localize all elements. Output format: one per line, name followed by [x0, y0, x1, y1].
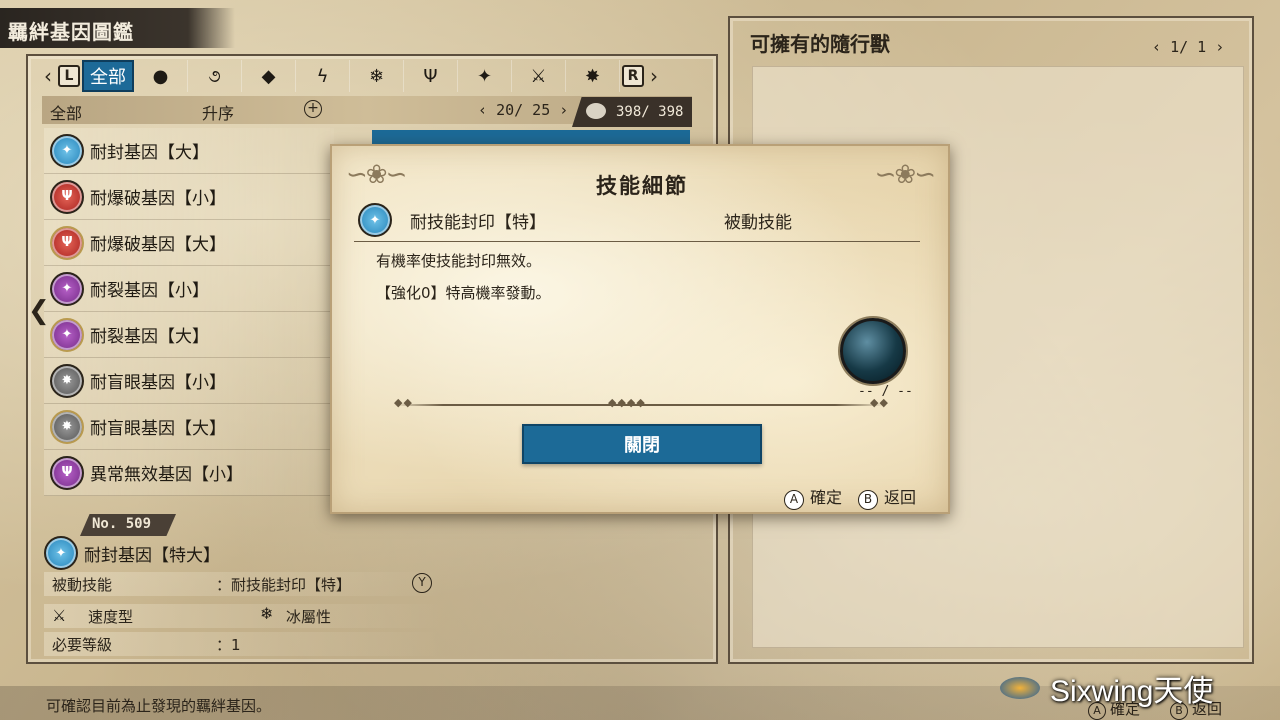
list-item[interactable]: ✸ 耐盲眼基因【小】 — [44, 358, 334, 404]
detail-type-row: ⚔ 速度型 ❄ 冰屬性 — [44, 604, 444, 628]
dragon-icon[interactable]: Ψ — [404, 60, 458, 92]
gene-icon: Ψ — [50, 455, 84, 490]
list-item[interactable]: ✸ 耐盲眼基因【大】 — [44, 404, 334, 450]
companion-page-value: 1/ 1 — [1170, 38, 1207, 56]
gene-icon: Ψ — [50, 179, 84, 214]
gene-icon: ✸ — [50, 363, 84, 398]
gene-name: 耐封基因【大】 — [90, 143, 209, 163]
gene-icon: ✦ — [50, 133, 84, 168]
add-filter-button[interactable]: + — [304, 100, 322, 118]
element-label: 冰屬性 — [286, 607, 332, 626]
gene-count-icon — [586, 103, 606, 119]
list-page-value: 20/ 25 — [496, 101, 551, 119]
watermark: Sixwing天使 — [1000, 668, 1213, 708]
watermark-text: Sixwing天使 — [1050, 675, 1214, 708]
l-button[interactable]: L — [58, 65, 80, 87]
divider-diamond-icon: ◆◆ — [870, 396, 889, 409]
list-item[interactable]: Ψ 耐爆破基因【大】 — [44, 220, 334, 266]
list-scroll-left-icon[interactable]: ❮ — [28, 296, 50, 326]
tab-next-arrow[interactable]: › — [646, 64, 662, 88]
type-label: 速度型 — [88, 607, 134, 626]
tab-all[interactable]: 全部 — [82, 60, 134, 92]
skill-key: 被動技能 — [52, 575, 113, 594]
close-button[interactable]: 關閉 — [522, 424, 762, 464]
gene-icon: Ψ — [50, 225, 84, 260]
gene-count: 398/ 398 — [572, 97, 692, 127]
detail-header: ✦ 耐封基因【特大】 — [44, 536, 444, 570]
list-page[interactable]: ‹ 20/ 25 › — [478, 101, 568, 119]
element-tabs: ‹ L 全部 ● ૭ ◆ ϟ ❄ Ψ ✦ ⚔ ✸ R › — [40, 60, 700, 92]
divider-diamond-icon: ◆◆◆◆ — [608, 396, 646, 409]
back-control[interactable]: B 返回 — [858, 484, 916, 510]
sort-order[interactable]: 升序 — [202, 100, 234, 124]
tab-prev-arrow[interactable]: ‹ — [40, 64, 56, 88]
companion-title: 可擁有的隨行獸 — [750, 32, 890, 56]
list-item[interactable]: Ψ 異常無效基因【小】 — [44, 450, 334, 496]
gene-name: 耐盲眼基因【小】 — [90, 373, 226, 393]
confirm-control[interactable]: A 確定 — [784, 484, 842, 510]
ice-element-icon: ❄ — [260, 604, 274, 623]
detail-level-row: 必要等級 ：1 — [44, 632, 444, 656]
level-key: 必要等級 — [52, 635, 113, 654]
gene-number: No. 509 — [80, 514, 176, 536]
skill-type: 被動技能 — [724, 213, 792, 233]
help-text: 可確認目前為止發現的羈絆基因。 — [46, 697, 272, 715]
non-element-icon[interactable]: ● — [134, 60, 188, 92]
back-label: 返回 — [884, 488, 917, 507]
gene-icon: ✦ — [44, 536, 78, 570]
skill-description-2: 【強化0】特高機率發動。 — [376, 284, 551, 302]
a-button-icon: A — [784, 490, 804, 510]
gene-list: ✦ 耐封基因【大】 Ψ 耐爆破基因【小】 Ψ 耐爆破基因【大】 ✦ 耐裂基因【小】 ✦ 耐… — [44, 128, 334, 496]
speed-icon[interactable]: ⚔ — [512, 60, 566, 92]
confirm-label: 確定 — [810, 488, 843, 507]
divider-diamond-icon: ◆◆ — [394, 396, 413, 409]
watermark-logo-icon — [1000, 677, 1040, 699]
gene-name: 異常無效基因【小】 — [90, 465, 243, 485]
b-button-icon: B — [858, 490, 879, 510]
skill-icon: ✦ — [358, 203, 392, 237]
ice-icon[interactable]: ❄ — [350, 60, 404, 92]
skill-orb-icon — [840, 318, 906, 384]
technical-icon[interactable]: ✸ — [566, 60, 620, 92]
page-title: 羈絆基因圖鑑 — [0, 8, 235, 48]
gene-count-value: 398/ 398 — [616, 104, 684, 120]
filter-category[interactable]: 全部 — [50, 100, 82, 124]
list-item[interactable]: ✦ 耐裂基因【小】 — [44, 266, 334, 312]
companion-page[interactable]: ‹ 1/ 1 › — [1152, 38, 1224, 56]
gene-icon: ✦ — [50, 317, 84, 352]
dialog-controls: A 確定 B 返回 — [784, 484, 916, 510]
gene-name: 耐裂基因【小】 — [90, 281, 209, 301]
detail-skill-row: 被動技能 ：耐技能封印【特】 Y — [44, 572, 444, 596]
dialog-skill-header: ✦ 耐技能封印【特】 被動技能 — [354, 198, 920, 242]
detail-gene-name: 耐封基因【特大】 — [84, 545, 220, 566]
power-icon[interactable]: ✦ — [458, 60, 512, 92]
gene-icon: ✸ — [50, 409, 84, 444]
speed-type-icon: ⚔ — [52, 606, 67, 625]
list-item[interactable]: ✦ 耐封基因【大】 — [44, 128, 334, 174]
list-item[interactable]: ✦ 耐裂基因【大】 — [44, 312, 334, 358]
r-button[interactable]: R — [622, 65, 644, 87]
list-item[interactable]: Ψ 耐爆破基因【小】 — [44, 174, 334, 220]
y-button[interactable]: Y — [412, 573, 432, 593]
gene-name: 耐爆破基因【小】 — [90, 189, 226, 209]
gene-name: 耐裂基因【大】 — [90, 327, 209, 347]
gene-icon: ✦ — [50, 271, 84, 306]
thunder-icon[interactable]: ϟ — [296, 60, 350, 92]
water-icon[interactable]: ◆ — [242, 60, 296, 92]
gene-name: 耐盲眼基因【大】 — [90, 419, 226, 439]
dialog-title: 技能細節 — [596, 174, 688, 198]
fire-icon[interactable]: ૭ — [188, 60, 242, 92]
skill-name: 耐技能封印【特】 — [410, 213, 546, 233]
level-value: ：1 — [216, 635, 241, 654]
gene-name: 耐爆破基因【大】 — [90, 235, 226, 255]
skill-detail-dialog: ∽❀∽ ∽❀∽ 技能細節 ✦ 耐技能封印【特】 被動技能 有機率使技能封印無效。… — [330, 144, 950, 514]
skill-description-1: 有機率使技能封印無效。 — [376, 252, 542, 270]
skill-value: ：耐技能封印【特】 — [216, 575, 352, 594]
